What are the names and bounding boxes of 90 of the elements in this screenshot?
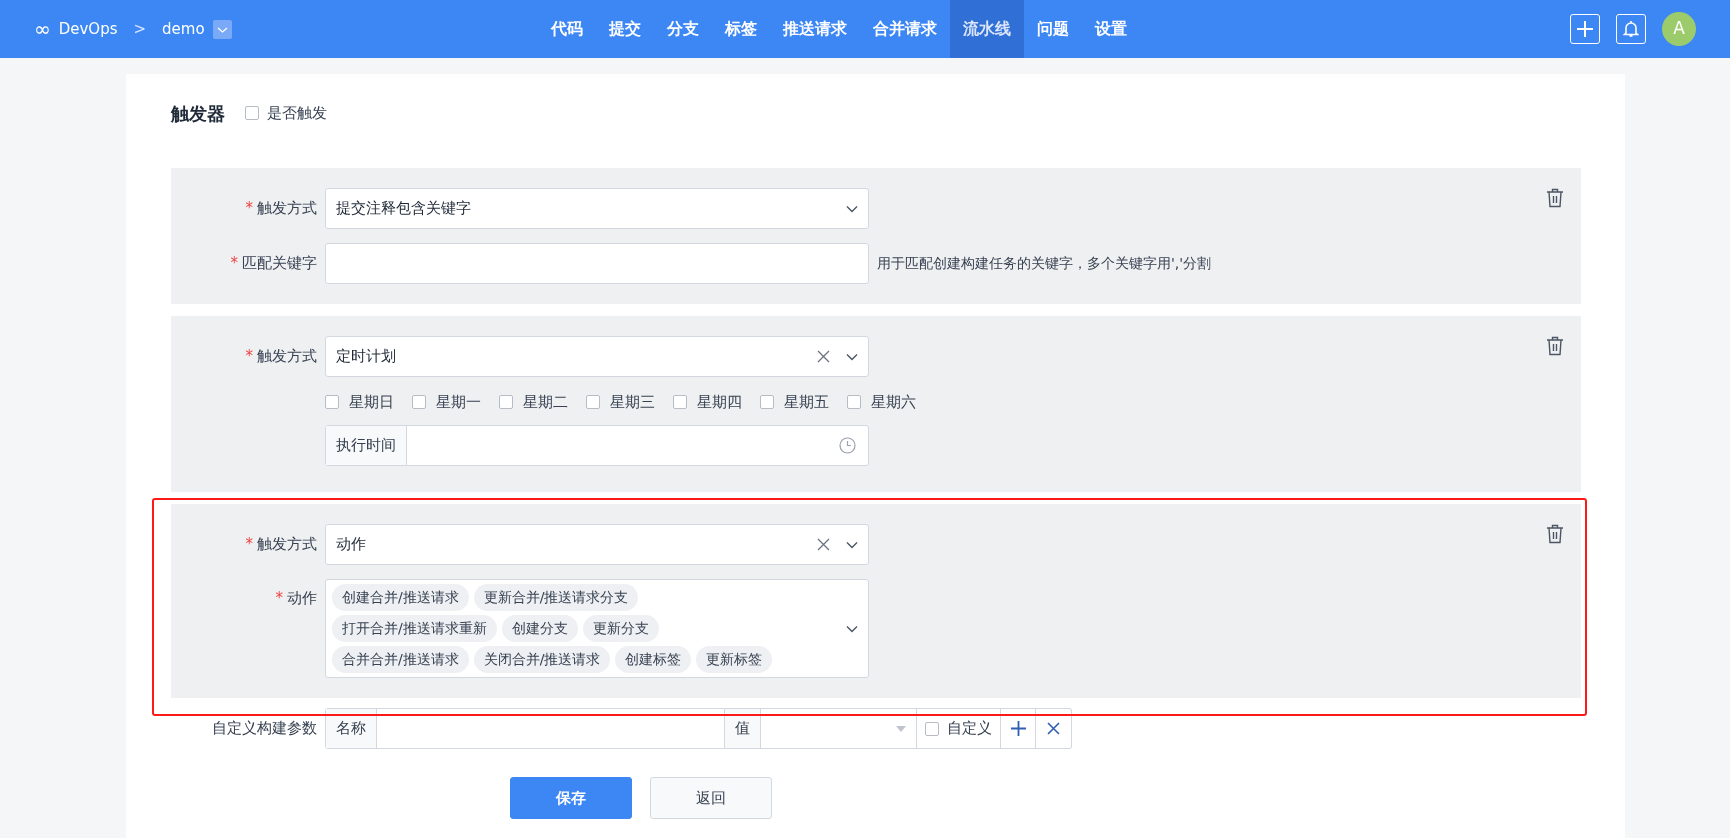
section-title: 触发器 — [171, 101, 225, 126]
action-tag: 合并合并/推送请求 — [332, 646, 469, 673]
trash-icon[interactable] — [1546, 524, 1564, 544]
required-mark: * — [230, 253, 238, 275]
checkbox-label: 星期四 — [697, 391, 742, 413]
clock-icon — [839, 437, 856, 454]
caret-down-icon — [896, 725, 906, 732]
action-tag: 创建分支 — [501, 615, 578, 642]
breadcrumb-separator: > — [133, 18, 147, 40]
checkbox[interactable] — [586, 395, 600, 409]
keyword-input[interactable] — [325, 243, 869, 284]
time-input[interactable]: 执行时间 — [325, 425, 869, 466]
input-addon: 值 — [725, 709, 761, 748]
action-tag: 打开合并/推送请求重新 — [332, 615, 497, 642]
required-mark: * — [245, 198, 253, 220]
select-value: 定时计划 — [336, 346, 397, 368]
repo-name[interactable]: demo — [162, 17, 205, 41]
field-label: 动作 — [287, 588, 317, 609]
nav-tab[interactable]: 设置 — [1082, 0, 1140, 58]
chevron-down-icon — [846, 624, 858, 633]
input-addon: 执行时间 — [326, 426, 407, 465]
nav-tab[interactable]: 分支 — [654, 0, 712, 58]
checkbox-label: 星期一 — [436, 391, 481, 413]
required-mark: * — [275, 588, 283, 609]
param-value-select[interactable]: 值 — [725, 708, 917, 749]
chevron-down-icon — [846, 540, 858, 549]
nav-tab[interactable]: 合并请求 — [860, 0, 950, 58]
nav-tab[interactable]: 流水线 — [950, 0, 1024, 58]
checkbox[interactable] — [760, 395, 774, 409]
dropdown-icon[interactable] — [212, 19, 232, 39]
checkbox-label: 自定义 — [947, 718, 992, 740]
action-tag: 创建合并/推送请求 — [332, 584, 469, 611]
trigger-select[interactable]: 定时计划 — [325, 336, 869, 377]
field-label: 自定义构建参数 — [211, 718, 318, 740]
trash-icon[interactable] — [1546, 188, 1564, 208]
field-label: 触发方式 — [257, 534, 317, 556]
logo[interactable]: ∞ — [34, 19, 51, 39]
action-tag: 创建标签 — [615, 646, 692, 673]
field-label: 触发方式 — [257, 346, 317, 368]
checkbox[interactable] — [499, 395, 513, 409]
brand-name[interactable]: DevOps — [58, 17, 118, 41]
nav-tab[interactable]: 标签 — [712, 0, 770, 58]
clear-icon[interactable] — [817, 538, 830, 551]
nav-tab[interactable]: 问题 — [1024, 0, 1082, 58]
action-tag: 更新标签 — [696, 646, 773, 673]
required-mark: * — [245, 534, 253, 556]
checkbox[interactable] — [925, 721, 939, 736]
checkbox[interactable] — [673, 395, 687, 409]
checkbox-label: 星期日 — [349, 391, 394, 413]
field-label: 匹配关键字 — [242, 253, 317, 275]
plus-icon — [1576, 20, 1594, 38]
checkbox-label: 星期三 — [610, 391, 655, 413]
checkbox[interactable] — [325, 395, 339, 409]
clear-icon[interactable] — [817, 350, 830, 363]
trigger-select[interactable]: 动作 — [325, 524, 869, 565]
add-param-button[interactable] — [1001, 708, 1036, 749]
trash-icon[interactable] — [1546, 336, 1564, 356]
checkbox[interactable] — [847, 395, 861, 409]
chevron-down-icon — [846, 352, 858, 361]
chevron-down-icon — [846, 204, 858, 213]
remove-param-button[interactable] — [1036, 708, 1072, 749]
bell-icon — [1623, 20, 1639, 38]
select-value: 提交注释包含关键字 — [336, 198, 472, 220]
nav-tab[interactable]: 代码 — [538, 0, 596, 58]
checkbox[interactable] — [245, 106, 259, 120]
checkbox[interactable] — [412, 395, 426, 409]
checkbox-label: 星期二 — [523, 391, 568, 413]
checkbox-label: 是否触发 — [267, 102, 327, 124]
back-button[interactable]: 返回 — [650, 777, 772, 819]
checkbox-label: 星期六 — [871, 391, 916, 413]
action-select[interactable]: 创建合并/推送请求 更新合并/推送请求分支 打开合并/推送请求重新 创建分支 更新分支 合并合并/推送请求 关闭合并/推送请求 创建标签 更新标签 — [325, 579, 869, 678]
trigger-select[interactable]: 提交注释包含关键字 — [325, 188, 869, 229]
nav-tab[interactable]: 提交 — [596, 0, 654, 58]
notifications-button[interactable] — [1616, 14, 1646, 44]
param-name-input[interactable]: 名称 — [325, 708, 725, 749]
action-tag: 更新分支 — [582, 615, 659, 642]
action-tag: 更新合并/推送请求分支 — [473, 584, 639, 611]
field-hint: 用于匹配创建构建任务的关键字，多个关键字用','分割 — [877, 254, 1212, 273]
save-button[interactable]: 保存 — [510, 777, 632, 819]
nav-tab[interactable]: 推送请求 — [770, 0, 860, 58]
input-addon: 名称 — [326, 709, 377, 748]
required-mark: * — [245, 346, 253, 368]
checkbox-label: 星期五 — [784, 391, 829, 413]
action-tag: 关闭合并/推送请求 — [473, 646, 611, 673]
field-label: 触发方式 — [257, 198, 317, 220]
select-value: 动作 — [336, 534, 367, 556]
avatar[interactable]: A — [1662, 12, 1696, 46]
plus-icon — [1010, 721, 1026, 736]
close-icon — [1047, 722, 1060, 735]
add-button[interactable] — [1570, 14, 1600, 44]
